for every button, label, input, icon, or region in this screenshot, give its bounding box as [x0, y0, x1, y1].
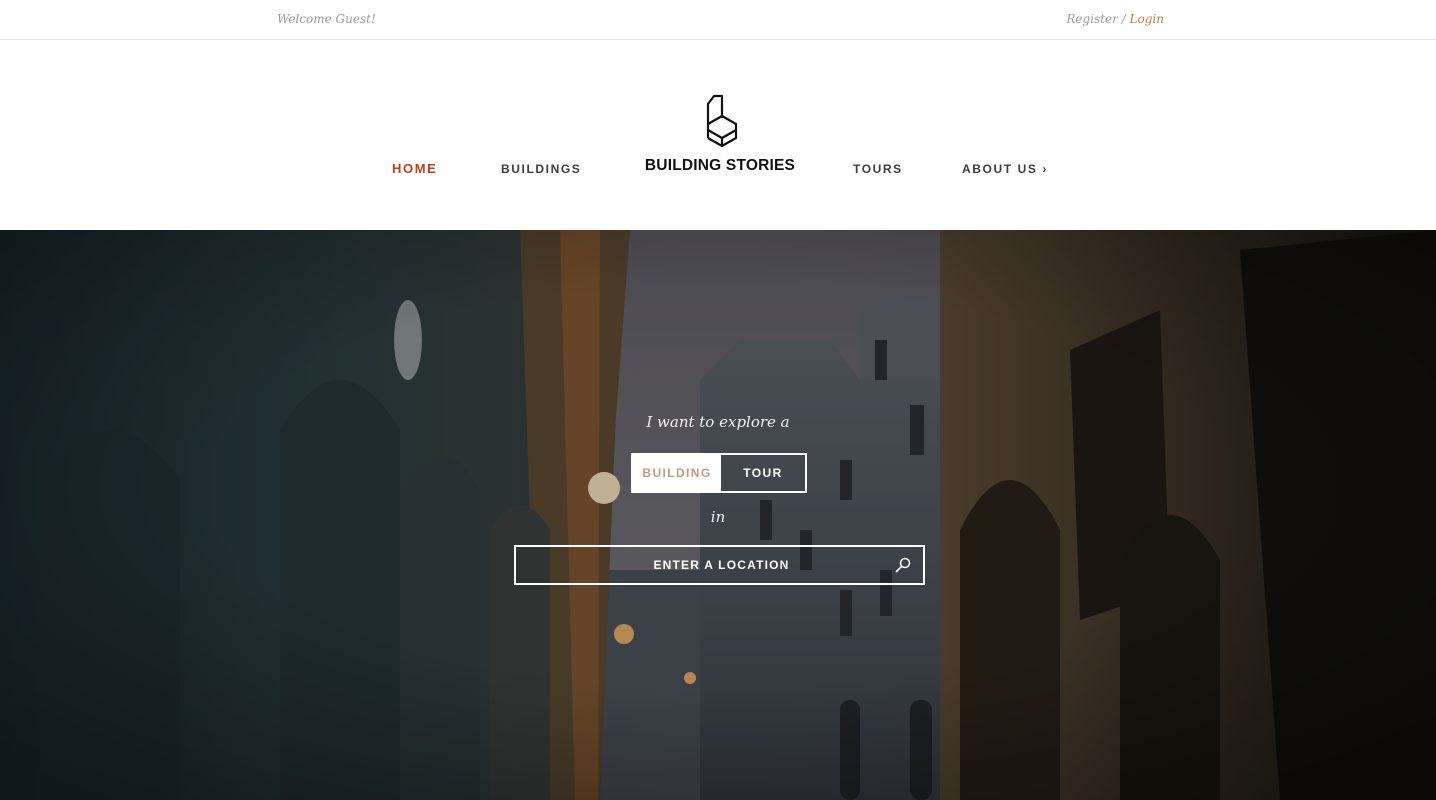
nav-tours[interactable]: TOURS — [853, 162, 903, 176]
building-book-icon[interactable] — [700, 94, 740, 150]
site-brand[interactable]: BUILDING STORIES — [643, 157, 797, 175]
nav-home[interactable]: HOME — [392, 161, 437, 176]
main-header: HOME BUILDINGS BUILDING STORIES TOURS AB… — [0, 40, 1436, 230]
explore-prompt: I want to explore a — [646, 413, 790, 431]
search-panel: I want to explore a BUILDING TOUR in ENT… — [0, 230, 1436, 800]
auth-links: Register / Login — [1066, 12, 1164, 26]
nav-buildings[interactable]: BUILDINGS — [501, 162, 581, 176]
auth-separator: / — [1117, 12, 1130, 26]
option-building[interactable]: BUILDING — [633, 455, 721, 491]
top-bar: Welcome Guest! Register / Login — [0, 0, 1436, 40]
explore-type-toggle: BUILDING TOUR — [631, 453, 807, 493]
location-input[interactable]: ENTER A LOCATION — [514, 545, 925, 585]
search-icon[interactable] — [895, 557, 911, 573]
welcome-message: Welcome Guest! — [277, 12, 376, 26]
in-label: in — [710, 508, 726, 526]
register-link[interactable]: Register — [1066, 12, 1117, 26]
location-placeholder: ENTER A LOCATION — [653, 558, 790, 572]
hero-section: I want to explore a BUILDING TOUR in ENT… — [0, 230, 1436, 800]
login-link[interactable]: Login — [1130, 12, 1164, 26]
option-tour[interactable]: TOUR — [721, 455, 805, 491]
nav-about-us[interactable]: ABOUT US › — [962, 162, 1048, 176]
